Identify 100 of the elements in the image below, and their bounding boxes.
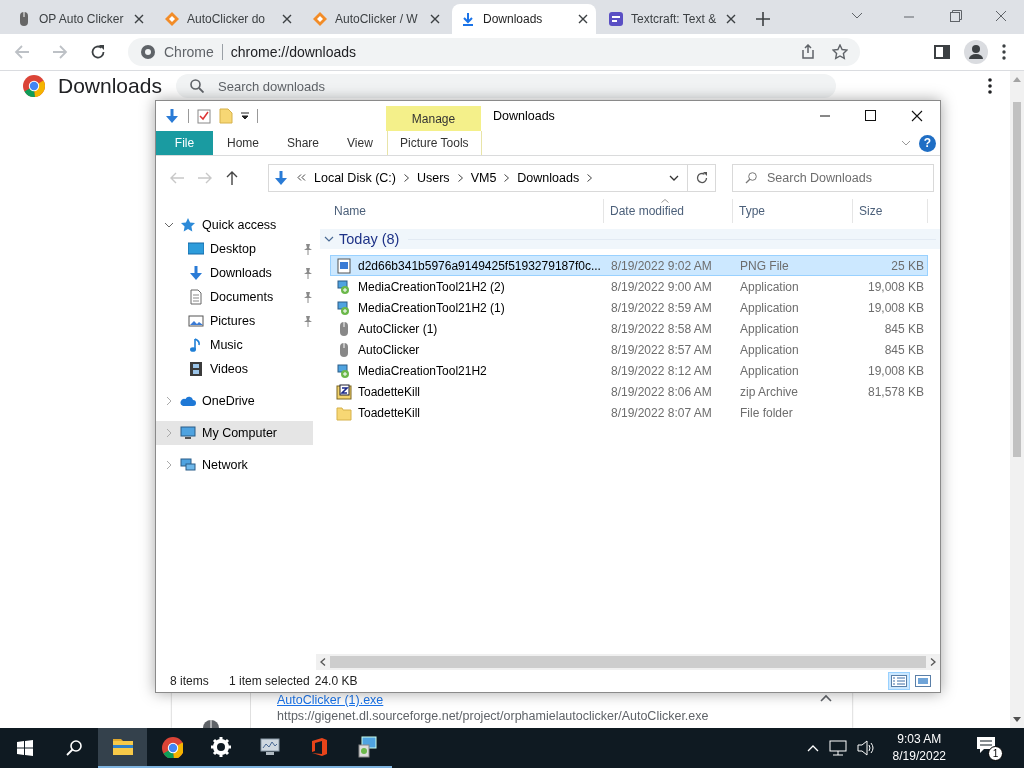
column-header[interactable]: Name: [330, 199, 604, 223]
item-count: 8 items: [170, 674, 210, 688]
image-file-icon: [336, 257, 352, 274]
checklist-icon[interactable]: [197, 108, 211, 124]
scrollbar[interactable]: [1010, 71, 1024, 728]
overflow-chevron-icon[interactable]: [297, 174, 306, 181]
reload-icon[interactable]: [90, 44, 106, 60]
nav-item[interactable]: Videos: [156, 357, 313, 381]
close-icon[interactable]: [430, 14, 440, 24]
ribbon-tab[interactable]: Home: [213, 131, 273, 155]
nav-item[interactable]: Quick access: [156, 213, 313, 237]
context-tab[interactable]: Picture Tools: [386, 131, 482, 155]
chevron-down-icon[interactable]: [324, 234, 334, 244]
browser-tab[interactable]: AutoClicker do: [156, 4, 300, 34]
dropdown-icon[interactable]: [241, 112, 249, 120]
file-row[interactable]: MediaCreationTool21H2 8/19/2022 8:12 AM Application 19,008 KB: [330, 360, 928, 381]
up-icon[interactable]: [226, 170, 238, 185]
date-cell-text: 8/19/2022 8:58 AM: [610, 321, 713, 336]
nav-item[interactable]: My Computer: [156, 421, 313, 445]
dropdown-icon[interactable]: [669, 174, 679, 181]
clock-time: 9:03 AM: [897, 731, 942, 748]
details-view-icon: [891, 675, 907, 687]
scroll-thumb[interactable]: [1013, 102, 1021, 457]
file-row[interactable]: MediaCreationTool21H2 (1) 8/19/2022 8:59 AM Application 19,008 KB: [330, 297, 928, 318]
volume-icon[interactable]: [856, 740, 875, 756]
network-icon[interactable]: [828, 740, 847, 756]
installer-icon: [336, 299, 352, 316]
nav-item[interactable]: Downloads: [156, 261, 313, 285]
nav-item[interactable]: OneDrive: [156, 389, 313, 413]
chevron-icon[interactable]: [504, 173, 510, 182]
nav-item[interactable]: Desktop: [156, 237, 313, 261]
expand-ribbon-icon[interactable]: [901, 140, 911, 146]
browser-tab[interactable]: OP Auto Clicker: [8, 4, 152, 34]
collapse-icon[interactable]: [820, 694, 832, 702]
clock[interactable]: 9:03 AM 8/19/2022: [892, 731, 946, 765]
folder-icon: [336, 404, 352, 421]
address-bar[interactable]: Local Disk (C:) Users VM5 Downloads: [268, 163, 688, 192]
breadcrumb-item[interactable]: Users: [416, 170, 450, 185]
browser-tab[interactable]: Textcraft: Text &: [600, 4, 744, 34]
close-icon[interactable]: [726, 14, 736, 24]
file-row[interactable]: AutoClicker 8/19/2022 8:57 AM Application 845 KB: [330, 339, 928, 360]
nav-item[interactable]: Pictures: [156, 309, 313, 333]
close-icon[interactable]: [134, 14, 144, 24]
breadcrumb-item[interactable]: Local Disk (C:): [314, 170, 396, 185]
group-header[interactable]: Today (8): [339, 231, 400, 247]
search-input[interactable]: Search Downloads: [767, 168, 907, 187]
size-cell-text: 845 KB: [883, 321, 925, 336]
ribbon-tab[interactable]: View: [333, 131, 387, 155]
search-field[interactable]: Search downloads: [176, 74, 836, 98]
view-button[interactable]: [912, 672, 934, 690]
new-tab-icon[interactable]: [756, 12, 770, 26]
column-header[interactable]: Type: [733, 199, 853, 223]
column-header[interactable]: Size: [853, 199, 928, 223]
chevron-up-icon[interactable]: [806, 744, 819, 752]
file-row[interactable]: AutoClicker (1) 8/19/2022 8:58 AM Application 845 KB: [330, 318, 928, 339]
nav-item[interactable]: Documents: [156, 285, 313, 309]
close-icon[interactable]: [578, 14, 588, 24]
zip-icon: [336, 383, 352, 400]
file-row[interactable]: MediaCreationTool21H2 (2) 8/19/2022 9:00 AM Application 19,008 KB: [330, 276, 928, 297]
file-row[interactable]: ToadetteKill 8/19/2022 8:06 AM zip Archive 81,578 KB: [330, 381, 928, 402]
installer-icon: [336, 278, 352, 295]
nav-item[interactable]: Network: [156, 453, 313, 477]
download-icon: [460, 11, 476, 27]
browser-tab[interactable]: AutoClicker / W: [304, 4, 448, 34]
more-icon[interactable]: [988, 78, 992, 94]
ribbon-tab[interactable]: Share: [273, 131, 334, 155]
chevron-icon[interactable]: [457, 173, 463, 182]
scroll-thumb[interactable]: [330, 656, 926, 668]
chevron-down-icon[interactable]: [164, 220, 174, 230]
help-button[interactable]: ?: [919, 134, 936, 152]
file-row[interactable]: ToadetteKill 8/19/2022 8:07 AM File folder: [330, 402, 928, 423]
browser-tab[interactable]: Downloads: [452, 4, 596, 34]
breadcrumb-item[interactable]: VM5: [470, 170, 497, 185]
type-cell-text: Application: [739, 342, 800, 357]
file-link[interactable]: AutoClicker (1).exe: [277, 693, 384, 708]
taskbar-app[interactable]: [98, 728, 147, 768]
menu-icon[interactable]: [1002, 44, 1006, 60]
clock-date: 8/19/2022: [892, 748, 946, 765]
search-field[interactable]: Search Downloads: [732, 163, 934, 192]
view-button[interactable]: [888, 672, 910, 690]
refresh-button[interactable]: [688, 163, 716, 192]
chevron-icon[interactable]: [587, 173, 593, 182]
profile-icon[interactable]: [964, 40, 988, 64]
chrome-logo-icon: [160, 736, 183, 758]
column-header[interactable]: Date modified: [604, 199, 733, 223]
chevron-icon[interactable]: [403, 173, 409, 182]
document-icon: [188, 289, 204, 305]
search-input[interactable]: Search downloads: [216, 77, 822, 95]
down-arrow-icon[interactable]: [164, 108, 180, 124]
breadcrumb-item[interactable]: Downloads: [517, 170, 580, 185]
star-icon[interactable]: [832, 44, 848, 60]
address-bar[interactable]: Chrome chrome://downloads: [128, 38, 860, 66]
file-row[interactable]: d2d66b341b5976a9149425f5193279187f0c... 8/19/2022 9:02 AM PNG File 25 KB: [330, 255, 928, 276]
nav-item[interactable]: Music: [156, 333, 313, 357]
close-icon[interactable]: [282, 14, 292, 24]
side-panel-icon[interactable]: [934, 44, 950, 60]
horizontal-scrollbar[interactable]: [316, 654, 940, 670]
notifications-button[interactable]: 1: [976, 735, 1003, 761]
size-cell-text: 19,008 KB: [866, 279, 925, 294]
share-icon[interactable]: [800, 44, 816, 60]
